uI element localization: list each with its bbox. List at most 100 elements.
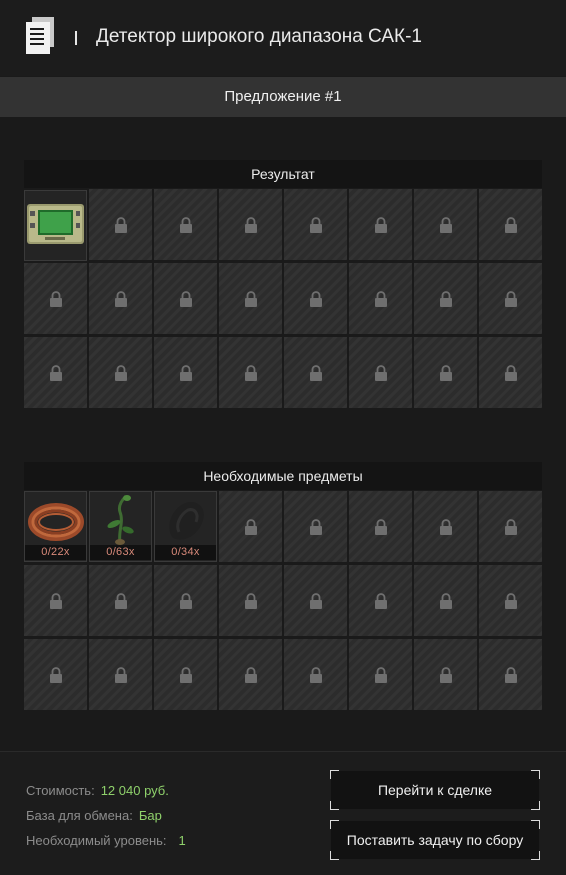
lock-icon bbox=[245, 667, 257, 683]
base-row: База для обмена: Бар bbox=[26, 808, 162, 823]
required-items-section: Необходимые предметы 0/22x 0/63x 0/34x bbox=[24, 462, 542, 711]
base-label: База для обмена: bbox=[26, 808, 133, 823]
lock-icon bbox=[310, 365, 322, 381]
locked-slot bbox=[219, 491, 282, 562]
locked-slot bbox=[89, 263, 152, 334]
lock-icon bbox=[310, 519, 322, 535]
result-item-slot[interactable] bbox=[24, 190, 87, 261]
locked-slot bbox=[284, 337, 347, 408]
locked-slot bbox=[284, 263, 347, 334]
base-value: Бар bbox=[138, 808, 162, 823]
locked-slot bbox=[24, 565, 87, 636]
lock-icon bbox=[440, 519, 452, 535]
locked-slot bbox=[479, 491, 542, 562]
lock-icon bbox=[245, 291, 257, 307]
locked-slot bbox=[154, 263, 217, 334]
title-separator bbox=[75, 31, 77, 45]
locked-slot bbox=[349, 189, 412, 260]
locked-slot bbox=[284, 639, 347, 710]
lock-icon bbox=[375, 291, 387, 307]
go-to-deal-label: Перейти к сделке bbox=[377, 782, 493, 798]
locked-slot bbox=[414, 639, 477, 710]
locked-slot bbox=[284, 565, 347, 636]
lock-icon bbox=[375, 519, 387, 535]
lock-icon bbox=[180, 291, 192, 307]
offer-tab[interactable]: Предложение #1 bbox=[0, 77, 566, 117]
lock-icon bbox=[375, 217, 387, 233]
locked-slot bbox=[479, 189, 542, 260]
lock-icon bbox=[50, 593, 62, 609]
lock-icon bbox=[440, 667, 452, 683]
result-section-title: Результат bbox=[24, 160, 542, 188]
locked-slot bbox=[414, 491, 477, 562]
locked-slot bbox=[414, 189, 477, 260]
locked-slot bbox=[284, 189, 347, 260]
lock-icon bbox=[245, 519, 257, 535]
locked-slot bbox=[349, 565, 412, 636]
corner-mark bbox=[531, 820, 540, 829]
required-item-slot[interactable]: 0/63x bbox=[89, 491, 152, 562]
lock-icon bbox=[505, 519, 517, 535]
lock-icon bbox=[310, 593, 322, 609]
locked-slot bbox=[24, 263, 87, 334]
locked-slot bbox=[414, 565, 477, 636]
lock-icon bbox=[50, 365, 62, 381]
cost-label: Стоимость: bbox=[26, 783, 95, 798]
lock-icon bbox=[245, 365, 257, 381]
lock-icon bbox=[115, 291, 127, 307]
lock-icon bbox=[375, 667, 387, 683]
result-section: Результат bbox=[24, 160, 542, 409]
locked-slot bbox=[284, 491, 347, 562]
locked-slot bbox=[479, 263, 542, 334]
item-count: 0/22x bbox=[25, 545, 86, 560]
lock-icon bbox=[115, 593, 127, 609]
locked-slot bbox=[479, 639, 542, 710]
document-icon bbox=[26, 17, 54, 54]
lock-icon bbox=[440, 365, 452, 381]
level-row: Необходимый уровень: 1 bbox=[26, 833, 186, 848]
set-task-label: Поставить задачу по сбору bbox=[346, 832, 524, 848]
lock-icon bbox=[375, 593, 387, 609]
corner-mark bbox=[330, 801, 339, 810]
locked-slot bbox=[414, 263, 477, 334]
detector-icon bbox=[27, 204, 84, 244]
level-label: Необходимый уровень: bbox=[26, 833, 167, 848]
lock-icon bbox=[115, 365, 127, 381]
corner-mark bbox=[330, 851, 339, 860]
lock-icon bbox=[180, 217, 192, 233]
lock-icon bbox=[505, 593, 517, 609]
plant-sprout-icon bbox=[107, 494, 134, 545]
lock-icon bbox=[50, 667, 62, 683]
locked-slot bbox=[24, 639, 87, 710]
locked-slot bbox=[219, 189, 282, 260]
cost-row: Стоимость: 12 040 руб. bbox=[26, 783, 169, 798]
item-count: 0/34x bbox=[155, 545, 216, 560]
go-to-deal-button[interactable]: Перейти к сделке bbox=[330, 770, 540, 810]
required-item-slot[interactable]: 0/34x bbox=[154, 491, 217, 562]
locked-slot bbox=[89, 639, 152, 710]
set-task-button[interactable]: Поставить задачу по сбору bbox=[330, 820, 540, 860]
lock-icon bbox=[115, 667, 127, 683]
required-item-slot[interactable]: 0/22x bbox=[24, 491, 87, 562]
lock-icon bbox=[375, 365, 387, 381]
lock-icon bbox=[505, 291, 517, 307]
locked-slot bbox=[219, 639, 282, 710]
lock-icon bbox=[505, 667, 517, 683]
footer: Стоимость: 12 040 руб. База для обмена: Ба… bbox=[0, 751, 566, 875]
item-count: 0/63x bbox=[90, 545, 151, 560]
locked-slot bbox=[219, 263, 282, 334]
lock-icon bbox=[115, 217, 127, 233]
locked-slot bbox=[154, 337, 217, 408]
lock-icon bbox=[50, 291, 62, 307]
locked-slot bbox=[414, 337, 477, 408]
cost-value: 12 040 руб. bbox=[100, 783, 169, 798]
lock-icon bbox=[505, 217, 517, 233]
required-items-grid: 0/22x 0/63x 0/34x bbox=[24, 490, 542, 711]
lock-icon bbox=[310, 291, 322, 307]
lock-icon bbox=[440, 593, 452, 609]
locked-slot bbox=[89, 189, 152, 260]
locked-slot bbox=[154, 565, 217, 636]
lock-icon bbox=[180, 593, 192, 609]
locked-slot bbox=[349, 491, 412, 562]
lock-icon bbox=[245, 593, 257, 609]
